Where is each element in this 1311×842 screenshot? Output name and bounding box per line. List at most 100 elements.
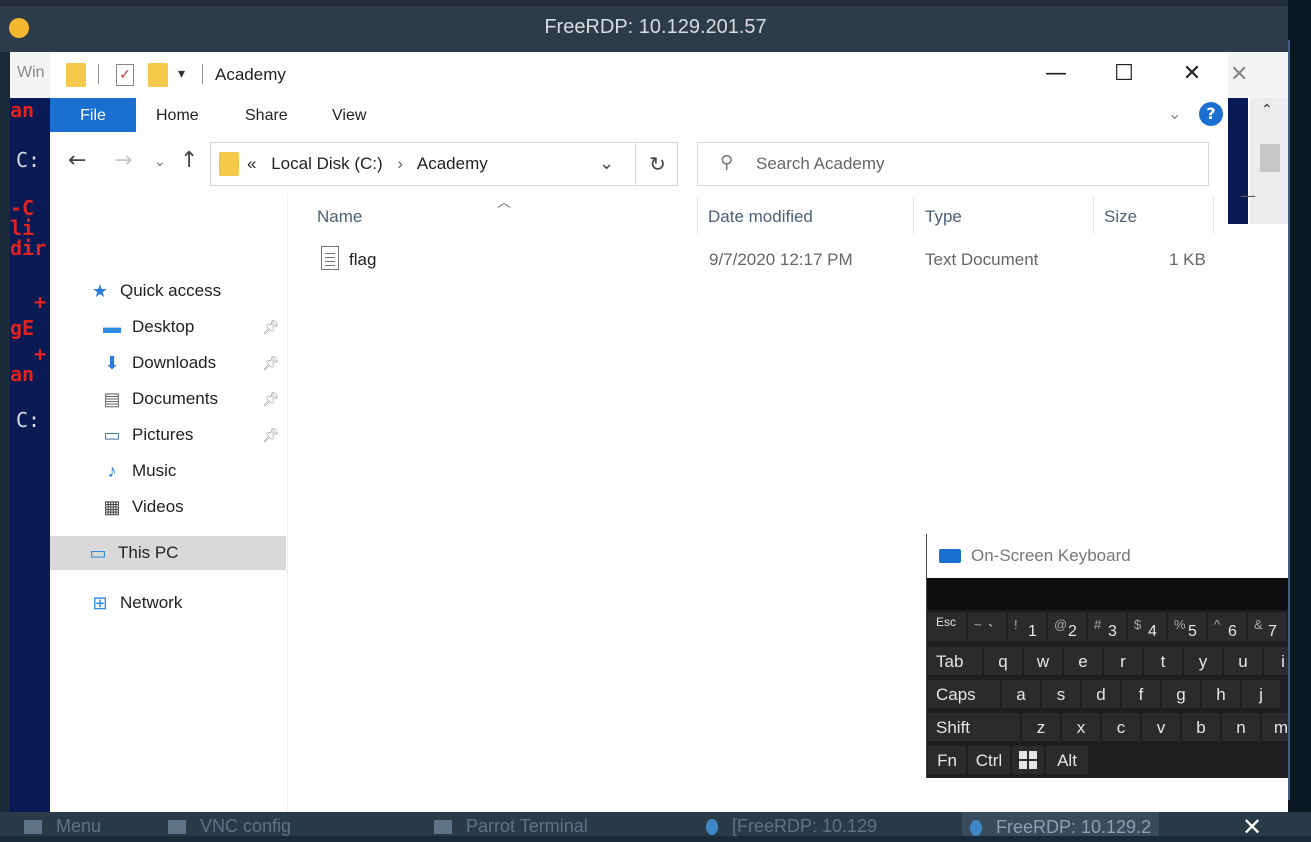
taskbar-item-freerdp-1[interactable]: [FreeRDP: 10.129: [706, 816, 877, 836]
key-backtick[interactable]: ~ `: [967, 612, 1007, 642]
table-row[interactable]: flag 9/7/2020 12:17 PM Text Document 1 K…: [307, 242, 1207, 276]
column-header-name[interactable]: Name: [317, 194, 697, 236]
taskbar-item-menu[interactable]: Menu: [24, 816, 101, 836]
key-caps[interactable]: Caps: [927, 679, 1001, 709]
key-n[interactable]: n: [1221, 712, 1261, 742]
background-minimize-icon[interactable]: —: [1240, 186, 1256, 205]
key-j[interactable]: j: [1241, 679, 1281, 709]
properties-icon[interactable]: ✓: [116, 64, 134, 86]
background-scrollbar[interactable]: ⌃: [1250, 98, 1288, 224]
key-alt[interactable]: Alt: [1045, 745, 1089, 775]
key-ctrl[interactable]: Ctrl: [967, 745, 1011, 775]
key-h[interactable]: h: [1201, 679, 1241, 709]
key-shift[interactable]: Shift: [927, 712, 1021, 742]
key-q[interactable]: q: [983, 646, 1023, 676]
key-b[interactable]: b: [1181, 712, 1221, 742]
up-icon[interactable]: ↑: [180, 148, 198, 173]
key-g[interactable]: g: [1161, 679, 1201, 709]
nav-item-downloads[interactable]: ⬇ Downloads 📌︎: [100, 346, 290, 380]
search-input[interactable]: [756, 152, 1176, 176]
back-icon[interactable]: ←: [68, 148, 86, 173]
nav-item-network[interactable]: ⊞ Network: [88, 586, 278, 620]
recent-locations-icon[interactable]: ⌄: [154, 154, 166, 170]
tab-home[interactable]: Home: [156, 98, 199, 132]
pin-icon[interactable]: 📌︎: [262, 355, 280, 372]
taskbar-item-parrot-terminal[interactable]: Parrot Terminal: [434, 816, 588, 836]
taskbar-item-vnc-config[interactable]: VNC config: [168, 816, 291, 836]
key-f[interactable]: f: [1121, 679, 1161, 709]
key-u[interactable]: u: [1223, 646, 1263, 676]
key-v[interactable]: v: [1141, 712, 1181, 742]
key-z[interactable]: z: [1021, 712, 1061, 742]
key-6[interactable]: ^ 6: [1207, 612, 1247, 642]
chevron-down-icon[interactable]: ⌄: [599, 153, 614, 174]
background-terminal[interactable]: Win an C: -C li dir + gE + an C:: [10, 52, 50, 812]
column-header-date-modified[interactable]: Date modified: [708, 194, 908, 236]
key-e[interactable]: e: [1063, 646, 1103, 676]
search-box[interactable]: ⚲: [697, 142, 1209, 186]
on-screen-keyboard[interactable]: On-Screen Keyboard Esc ~ ` ! 1 @2 #3 $4 % 5…: [926, 534, 1288, 778]
column-divider[interactable]: [1093, 196, 1094, 234]
key-i[interactable]: i: [1263, 646, 1288, 676]
osk-titlebar[interactable]: On-Screen Keyboard: [927, 534, 1288, 578]
nav-item-pictures[interactable]: ▭ Pictures 📌︎: [100, 418, 290, 452]
breadcrumb-overflow[interactable]: «: [247, 154, 256, 173]
key-windows[interactable]: [1011, 745, 1045, 775]
key-tab[interactable]: Tab: [927, 646, 983, 676]
folder-icon[interactable]: [66, 63, 86, 87]
chevron-close-icon[interactable]: ✕: [1228, 812, 1276, 841]
nav-item-videos[interactable]: ▦ Videos: [100, 490, 290, 524]
nav-item-quick-access[interactable]: ★ Quick access: [88, 274, 278, 308]
key-m[interactable]: m: [1261, 712, 1288, 742]
key-1[interactable]: ! 1: [1007, 612, 1047, 642]
scroll-thumb[interactable]: [1260, 144, 1280, 172]
key-d[interactable]: d: [1081, 679, 1121, 709]
new-folder-icon[interactable]: [148, 63, 168, 87]
key-x[interactable]: x: [1061, 712, 1101, 742]
address-bar[interactable]: « Local Disk (C:) › Academy ⌄ ↻: [210, 142, 678, 186]
scroll-up-icon[interactable]: ⌃: [1261, 102, 1273, 118]
expand-ribbon-icon[interactable]: ⌄: [1168, 104, 1181, 123]
key-s[interactable]: s: [1041, 679, 1081, 709]
tab-share[interactable]: Share: [245, 98, 288, 132]
key-5[interactable]: % 5: [1167, 612, 1207, 642]
maximize-button[interactable]: ☐: [1090, 52, 1158, 98]
key-t[interactable]: t: [1143, 646, 1183, 676]
help-icon[interactable]: ?: [1199, 102, 1223, 126]
column-header-type[interactable]: Type: [925, 194, 1085, 236]
nav-item-this-pc[interactable]: ▭ This PC: [50, 536, 286, 570]
nav-item-music[interactable]: ♪ Music: [100, 454, 290, 488]
breadcrumb-separator-icon[interactable]: ›: [397, 154, 403, 173]
column-divider[interactable]: [913, 196, 914, 234]
key-2[interactable]: @2: [1047, 612, 1087, 642]
key-a[interactable]: a: [1001, 679, 1041, 709]
nav-item-desktop[interactable]: ▬ Desktop 📌︎: [100, 310, 290, 344]
key-3[interactable]: #3: [1087, 612, 1127, 642]
breadcrumb-item-academy[interactable]: Academy: [417, 154, 488, 173]
tab-file[interactable]: File: [50, 98, 136, 132]
key-r[interactable]: r: [1103, 646, 1143, 676]
pin-icon[interactable]: 📌︎: [262, 427, 280, 444]
key-w[interactable]: w: [1023, 646, 1063, 676]
key-4[interactable]: $4: [1127, 612, 1167, 642]
file-name[interactable]: flag: [349, 250, 376, 270]
taskbar-item-freerdp-2[interactable]: FreeRDP: 10.129.2: [962, 812, 1160, 836]
key-esc[interactable]: Esc: [927, 612, 967, 642]
background-close-icon[interactable]: ✕: [1230, 62, 1248, 87]
pin-icon[interactable]: 📌︎: [262, 391, 280, 408]
column-divider[interactable]: [1213, 196, 1214, 234]
refresh-icon[interactable]: ↻: [635, 143, 679, 185]
customize-qat-icon[interactable]: ▾: [178, 66, 185, 82]
close-button[interactable]: ✕: [1158, 52, 1226, 98]
breadcrumb-item-local-disk[interactable]: Local Disk (C:): [271, 154, 382, 173]
key-7[interactable]: & 7: [1247, 612, 1287, 642]
column-divider[interactable]: [697, 196, 698, 234]
freerdp-titlebar[interactable]: FreeRDP: 10.129.201.57: [0, 0, 1311, 52]
tab-view[interactable]: View: [332, 98, 366, 132]
minimize-button[interactable]: —: [1022, 52, 1090, 98]
forward-icon[interactable]: →: [114, 148, 132, 173]
key-y[interactable]: y: [1183, 646, 1223, 676]
pin-icon[interactable]: 📌︎: [262, 319, 280, 336]
nav-item-documents[interactable]: ▤ Documents 📌︎: [100, 382, 290, 416]
key-fn[interactable]: Fn: [927, 745, 967, 775]
